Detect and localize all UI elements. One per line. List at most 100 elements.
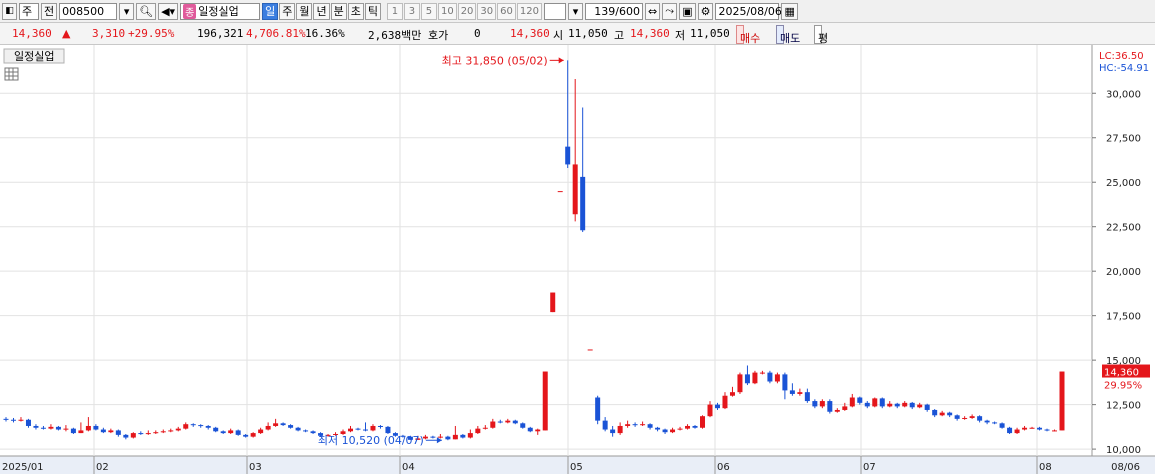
price-tick-label-4: 20,000 xyxy=(1106,267,1141,278)
interval-tab-120[interactable]: 120 xyxy=(516,2,542,20)
candle-body-112 xyxy=(842,406,848,410)
interval-tab-10[interactable]: 10 xyxy=(437,2,457,20)
save-icon[interactable]: ▣ xyxy=(679,2,696,20)
candle-body-110 xyxy=(827,401,833,412)
candle-body-121 xyxy=(909,402,915,408)
move-icon[interactable]: ⇔ xyxy=(644,2,661,20)
candle-body-18 xyxy=(138,433,144,435)
period-tab-6[interactable]: 틱 xyxy=(364,2,381,20)
max-price-annotation: 최고 31,850 (05/02) xyxy=(442,54,548,67)
calendar-icon[interactable]: ▦ xyxy=(781,2,798,20)
candle-body-65 xyxy=(490,421,496,428)
count-field[interactable]: 139/600 xyxy=(584,2,643,20)
buy-button[interactable]: 매수 xyxy=(736,25,760,45)
candle-body-117 xyxy=(879,398,885,407)
interval-tab-1[interactable]: 1 xyxy=(386,2,403,20)
market-select[interactable]: 주 xyxy=(19,2,39,20)
chart-background xyxy=(0,45,1155,474)
candle-body-25 xyxy=(190,424,196,426)
date-tick-label-4: 05 xyxy=(570,462,583,473)
candle-body-24 xyxy=(183,424,189,429)
chart-menu-icon[interactable]: ◧ xyxy=(2,2,17,20)
candle-body-13 xyxy=(100,429,106,433)
candle-body-84 xyxy=(632,424,638,426)
candle-body-72 xyxy=(542,371,548,431)
stock-name-field[interactable]: 종 일정실업 xyxy=(180,2,261,20)
candle-body-133 xyxy=(999,423,1005,428)
candle-body-95 xyxy=(714,404,720,409)
candle-body-113 xyxy=(849,397,855,407)
period-tab-2[interactable]: 월 xyxy=(296,2,313,20)
code-dropdown-icon[interactable]: ▾ xyxy=(119,2,135,20)
candle-body-50 xyxy=(377,425,383,427)
period-tab-4[interactable]: 분 xyxy=(330,2,347,20)
candle-body-32 xyxy=(243,434,249,437)
candle-body-137 xyxy=(1029,427,1035,429)
interval-dropdown-icon[interactable]: ▾ xyxy=(567,2,583,20)
candle-body-126 xyxy=(947,412,953,416)
date-field[interactable]: 2025/08/06 xyxy=(715,2,782,20)
interval-tab-30[interactable]: 30 xyxy=(477,2,497,20)
candle-body-116 xyxy=(872,398,878,407)
date-tick-label-3: 04 xyxy=(402,462,415,473)
interval-tab-60[interactable]: 60 xyxy=(497,2,516,20)
interval-custom-input[interactable] xyxy=(543,2,566,20)
candle-body-109 xyxy=(819,401,825,407)
open-price: 11,050 xyxy=(568,27,608,40)
min-price-annotation: 최저 10,520 (04/07) xyxy=(318,434,424,447)
gear-icon[interactable]: ⚙ xyxy=(697,2,714,20)
candle-body-57 xyxy=(430,436,436,438)
candle-body-78 xyxy=(587,349,593,351)
candle-body-9 xyxy=(70,428,76,434)
candle-body-129 xyxy=(969,416,975,418)
jeon-button[interactable]: 전 xyxy=(41,2,58,20)
candle-body-131 xyxy=(984,420,990,423)
candle-body-20 xyxy=(153,432,159,434)
date-tick-label-8: 08/06 xyxy=(1111,462,1140,473)
candle-body-3 xyxy=(25,419,31,426)
date-tick-label-0: 2025/01 xyxy=(2,462,44,473)
volume-ratio: 4,706.81% xyxy=(246,27,306,40)
search-icon[interactable]: 🔍︎ xyxy=(136,2,157,20)
candle-body-14 xyxy=(108,430,114,433)
candle-body-98 xyxy=(737,374,743,393)
sell-label: 매도 xyxy=(780,32,801,45)
jeon-label: 전 xyxy=(44,5,55,18)
period-tab-0[interactable]: 일 xyxy=(262,2,279,20)
candle-body-69 xyxy=(520,423,526,428)
candle-body-103 xyxy=(774,374,780,382)
interval-tab-20[interactable]: 20 xyxy=(457,2,477,20)
last-change-label: 29.95% xyxy=(1104,381,1142,392)
candle-body-94 xyxy=(707,404,713,417)
candle-body-7 xyxy=(55,426,61,430)
period-tab-1[interactable]: 주 xyxy=(279,2,296,20)
candle-body-70 xyxy=(527,427,533,432)
chart-type-icon[interactable]: ⤳ xyxy=(662,2,678,20)
candle-body-63 xyxy=(475,428,481,434)
price-tick-label-0: 10,000 xyxy=(1106,445,1141,456)
candle-body-38 xyxy=(288,425,294,428)
open-label: 시 xyxy=(553,29,564,42)
candlestick-chart[interactable]: 10,00012,50015,00017,50020,00022,50025,0… xyxy=(0,45,1155,474)
stock-code-input[interactable]: 008500 xyxy=(59,2,118,20)
stock-code-value: 008500 xyxy=(62,4,105,18)
interval-tab-5[interactable]: 5 xyxy=(420,2,437,20)
hoga-label: 호가 xyxy=(428,29,449,42)
sell-button[interactable]: 매도 xyxy=(776,25,800,45)
speaker-icon[interactable]: ◀▾ xyxy=(158,2,179,20)
candle-body-101 xyxy=(759,372,765,374)
average-button[interactable]: 평 xyxy=(814,25,828,45)
candle-body-86 xyxy=(647,424,653,428)
candle-body-30 xyxy=(228,430,234,434)
low-price: 11,050 xyxy=(690,27,730,40)
date-tick-label-2: 03 xyxy=(249,462,262,473)
period-tab-5[interactable]: 초 xyxy=(347,2,364,20)
chart-toolbar: ◧ 주 전 008500 ▾ 🔍︎ ◀▾ 종 일정실업 일주월년분초틱 1 3 5 10… xyxy=(0,0,1155,23)
period-tab-3[interactable]: 년 xyxy=(313,2,330,20)
date-tick-label-1: 02 xyxy=(96,462,109,473)
candle-body-92 xyxy=(692,425,698,428)
candle-body-31 xyxy=(235,430,241,435)
candle-body-85 xyxy=(640,424,646,426)
candle-body-40 xyxy=(303,430,309,432)
interval-tab-3[interactable]: 3 xyxy=(403,2,420,20)
